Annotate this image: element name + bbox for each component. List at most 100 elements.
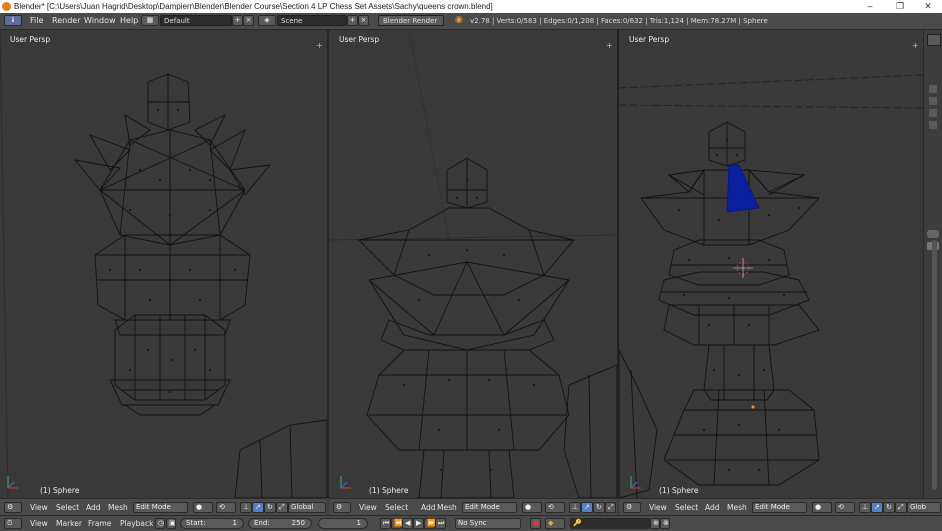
minimize-button[interactable]: – — [856, 0, 884, 13]
scroll-handle[interactable] — [927, 230, 939, 238]
insert-key-icon[interactable]: ⊕ — [650, 518, 660, 529]
menu-playback[interactable]: Playback — [120, 518, 153, 529]
preview-range-icon[interactable]: ◷ — [155, 518, 165, 529]
mesh-wireframe-right — [619, 74, 923, 498]
properties-icon[interactable] — [927, 34, 941, 46]
viewport-object-label: (1) Sphere — [40, 486, 80, 495]
viewport-expand-icon[interactable]: + — [912, 42, 919, 50]
orientation-select[interactable]: Glob — [907, 502, 941, 513]
pivot-select-icon[interactable]: ⟲ — [216, 502, 236, 513]
menu-view[interactable]: View — [359, 502, 377, 513]
editor-type-icon[interactable]: ⏱ — [4, 518, 22, 529]
menu-view[interactable]: View — [649, 502, 667, 513]
keying-set-icon[interactable]: ◆ — [545, 518, 565, 529]
rotate-icon[interactable]: ↻ — [264, 502, 276, 513]
menu-marker[interactable]: Marker — [56, 518, 82, 529]
scene-stats: v2.78 | Verts:0/583 | Edges:0/1,208 | Fa… — [470, 17, 768, 25]
editor-type-info-icon[interactable]: ℹ — [4, 15, 22, 26]
menu-select[interactable]: Select — [56, 502, 79, 513]
menu-select[interactable]: Select — [385, 502, 408, 513]
lock-range-icon[interactable]: ▣ — [166, 518, 176, 529]
menu-add[interactable]: Add — [86, 502, 101, 513]
play-icon[interactable]: ▶ — [413, 518, 424, 529]
active-keying-set-field[interactable]: 🔑 — [570, 518, 650, 529]
menu-window[interactable]: Window — [84, 15, 116, 27]
pivot-select-icon[interactable]: ⟲ — [835, 502, 855, 513]
scrollbar[interactable] — [932, 240, 937, 490]
timeline-header: ⏱ View Marker Frame Playback ◷ ▣ Start: … — [0, 515, 942, 531]
shading-select-icon[interactable]: ● — [812, 502, 832, 513]
editor-type-icon[interactable]: ⚙ — [4, 502, 22, 513]
menu-mesh[interactable]: Mesh — [727, 502, 747, 513]
menu-view[interactable]: View — [30, 518, 48, 529]
scene-field[interactable]: Scene — [277, 15, 347, 26]
menu-file[interactable]: File — [30, 15, 43, 27]
shading-select-icon[interactable]: ● — [193, 502, 213, 513]
close-button[interactable]: ✕ — [914, 0, 942, 13]
translate-icon[interactable]: ↗ — [871, 502, 883, 513]
menu-mesh[interactable]: Mesh — [108, 502, 128, 513]
add-scene-button[interactable]: + — [347, 15, 358, 26]
orientation-select[interactable]: Global — [288, 502, 326, 513]
viewport-middle[interactable]: User Persp (1) Sphere + — [329, 30, 617, 498]
tool-icon[interactable] — [929, 97, 937, 105]
maximize-button[interactable]: ❐ — [886, 0, 914, 13]
play-reverse-icon[interactable]: ◀ — [402, 518, 413, 529]
jump-end-icon[interactable]: ⏭ — [435, 518, 446, 529]
menu-frame[interactable]: Frame — [88, 518, 111, 529]
mode-select[interactable]: Edit Mode — [133, 502, 188, 513]
prev-key-icon[interactable]: ⏪ — [391, 518, 403, 529]
menu-help[interactable]: Help — [120, 15, 138, 27]
mode-select[interactable]: Edit Mode — [462, 502, 517, 513]
next-key-icon[interactable]: ⏩ — [424, 518, 436, 529]
view3d-header-left: ⚙ View Select Add Mesh Edit Mode ● ⟲ ⊥ ↗… — [0, 498, 327, 516]
tool-icon[interactable] — [929, 121, 937, 129]
start-frame-field[interactable]: Start: 1 — [180, 518, 244, 529]
scale-icon[interactable]: ⤢ — [276, 502, 288, 513]
viewport-expand-icon[interactable]: + — [606, 42, 613, 50]
3d-cursor-icon — [733, 258, 753, 278]
shading-select-icon[interactable]: ● — [522, 502, 542, 513]
editor-type-icon[interactable]: ⚙ — [623, 502, 641, 513]
menu-add[interactable]: Add — [421, 502, 436, 513]
menu-add[interactable]: Add — [705, 502, 720, 513]
manipulator-icon[interactable]: ⊥ — [240, 502, 252, 513]
manipulator-icon[interactable]: ⊥ — [859, 502, 871, 513]
remove-screen-button[interactable]: × — [243, 15, 254, 26]
menu-select[interactable]: Select — [675, 502, 698, 513]
record-icon[interactable]: ● — [530, 518, 541, 529]
menu-mesh[interactable]: Mesh — [437, 502, 457, 513]
end-frame-field[interactable]: End: 250 — [248, 518, 312, 529]
viewport-object-label: (1) Sphere — [659, 486, 699, 495]
scene-icon[interactable]: ◈ — [258, 15, 276, 26]
manipulator-icon[interactable]: ⊥ — [569, 502, 581, 513]
menu-render[interactable]: Render — [52, 15, 80, 27]
mode-select[interactable]: Edit Mode — [752, 502, 807, 513]
pivot-select-icon[interactable]: ⟲ — [545, 502, 565, 513]
delete-key-icon[interactable]: ⊗ — [660, 518, 670, 529]
viewport-object-label: (1) Sphere — [369, 486, 409, 495]
viewport-left[interactable]: User Persp (1) Sphere + — [0, 30, 327, 498]
add-screen-button[interactable]: + — [232, 15, 243, 26]
translate-icon[interactable]: ↗ — [252, 502, 264, 513]
menu-view[interactable]: View — [30, 502, 48, 513]
screen-layout-field[interactable]: Default — [160, 15, 232, 26]
start-label: Start: — [186, 519, 206, 527]
jump-start-icon[interactable]: ⏮ — [380, 518, 391, 529]
viewport-expand-icon[interactable]: + — [316, 42, 323, 50]
translate-icon[interactable]: ↗ — [581, 502, 593, 513]
tool-icon[interactable] — [929, 109, 937, 117]
scale-icon[interactable]: ⤢ — [605, 502, 616, 513]
viewport-right[interactable]: User Persp (1) Sphere + — [619, 30, 923, 498]
current-frame-field[interactable]: 1 — [318, 518, 368, 529]
sync-select[interactable]: No Sync — [455, 518, 521, 529]
rotate-icon[interactable]: ↻ — [883, 502, 895, 513]
rotate-icon[interactable]: ↻ — [593, 502, 605, 513]
screen-layout-icon[interactable]: ▦ — [141, 15, 159, 26]
editor-type-icon[interactable]: ⚙ — [333, 502, 351, 513]
scale-icon[interactable]: ⤢ — [895, 502, 907, 513]
tool-icon[interactable] — [929, 85, 937, 93]
render-engine-select[interactable]: Blender Render — [378, 15, 444, 26]
remove-scene-button[interactable]: × — [358, 15, 369, 26]
view3d-header-right: ⚙ View Select Add Mesh Edit Mode ● ⟲ ⊥ ↗… — [619, 498, 942, 516]
